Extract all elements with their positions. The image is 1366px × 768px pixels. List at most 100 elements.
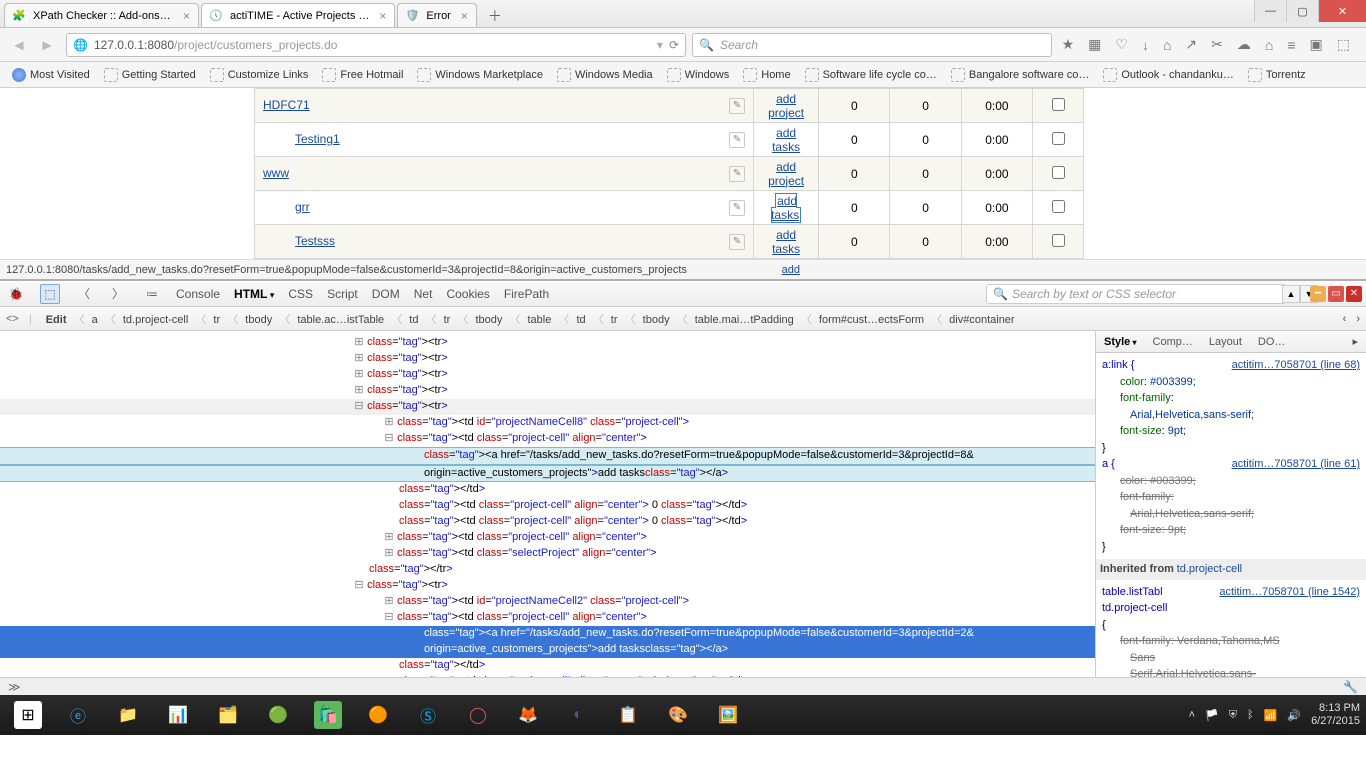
add-link[interactable]: add bbox=[782, 264, 800, 276]
devtools-panel-html[interactable]: HTML bbox=[234, 287, 274, 301]
dom-node[interactable]: ⊞ class="tag"><tr> bbox=[0, 367, 1095, 383]
browser-tab-1[interactable]: 🕔 actiTIME - Active Projects … × bbox=[201, 3, 395, 27]
row-checkbox[interactable] bbox=[1052, 166, 1065, 179]
dom-node[interactable]: class="tag"><td class="project-cell" ali… bbox=[0, 514, 1095, 530]
breadcrumb[interactable]: tbody bbox=[241, 312, 276, 328]
bookmark-item[interactable]: Windows Media bbox=[553, 66, 657, 84]
breadcrumb[interactable]: tr bbox=[440, 312, 455, 328]
app-icon[interactable]: 📊 bbox=[154, 697, 202, 733]
dom-tree[interactable]: ⊞ class="tag"><tr>⊞ class="tag"><tr>⊞ cl… bbox=[0, 331, 1095, 677]
dropdown-icon[interactable]: ▾ bbox=[657, 38, 663, 52]
commandline-bar[interactable]: ≫ 🔧 bbox=[0, 677, 1366, 695]
breadcrumb[interactable]: tbody bbox=[639, 312, 674, 328]
dom-node[interactable]: class="tag"></td> bbox=[0, 658, 1095, 674]
bookmark-item[interactable]: Getting Started bbox=[100, 66, 200, 84]
breadcrumb[interactable]: div#container bbox=[945, 312, 1018, 328]
action-link[interactable]: add tasks bbox=[771, 194, 799, 222]
devtools-panel-dom[interactable]: DOM bbox=[372, 287, 400, 301]
dom-node[interactable]: class="tag"><a href="/tasks/add_new_task… bbox=[0, 626, 1095, 642]
toolbar-icon[interactable]: ⌂ bbox=[1265, 37, 1273, 53]
bookmark-item[interactable]: Windows bbox=[663, 66, 734, 84]
network-icon[interactable]: 📶 bbox=[1264, 709, 1278, 722]
dom-node[interactable]: ⊟ class="tag"><tr> bbox=[0, 399, 1095, 415]
devtools-panel-net[interactable]: Net bbox=[414, 287, 433, 301]
toolbar-icon[interactable]: ↓ bbox=[1142, 37, 1149, 53]
firefox-icon[interactable]: 🦊 bbox=[504, 697, 552, 733]
bookmark-item[interactable]: Most Visited bbox=[8, 66, 94, 84]
dom-node[interactable]: ⊞ class="tag"><td class="selectProject" … bbox=[0, 546, 1095, 562]
expand-icon[interactable]: ⊟ bbox=[354, 399, 364, 415]
toolbar-icon[interactable]: ☁ bbox=[1237, 36, 1251, 53]
start-button[interactable]: ⊞ bbox=[4, 697, 52, 733]
edit-icon[interactable]: ✎ bbox=[729, 200, 745, 216]
ie-icon[interactable]: ⓔ bbox=[54, 697, 102, 733]
prev-icon[interactable]: 〈 bbox=[74, 284, 94, 304]
devtools-panel-css[interactable]: CSS bbox=[288, 287, 313, 301]
reload-icon[interactable]: ⟳ bbox=[669, 38, 679, 52]
inspector-icon[interactable]: ⬚ bbox=[40, 284, 60, 304]
row-checkbox[interactable] bbox=[1052, 200, 1065, 213]
bookmark-item[interactable]: Outlook - chandanku… bbox=[1099, 66, 1238, 84]
dom-node[interactable]: origin=active_customers_projects">add ta… bbox=[0, 465, 1095, 483]
project-link[interactable]: Testsss bbox=[295, 234, 335, 248]
project-link[interactable]: www bbox=[263, 166, 289, 180]
app-icon[interactable]: 🟠 bbox=[354, 697, 402, 733]
action-link[interactable]: addtasks bbox=[772, 228, 800, 256]
browser-tab-2[interactable]: 🛡️ Error × bbox=[397, 3, 476, 27]
skype-icon[interactable]: Ⓢ bbox=[404, 697, 452, 733]
expand-icon[interactable]: ⊞ bbox=[354, 383, 364, 399]
store-icon[interactable]: 🛍️ bbox=[304, 697, 352, 733]
action-link[interactable]: addproject bbox=[768, 160, 804, 188]
bookmark-item[interactable]: Free Hotmail bbox=[318, 66, 407, 84]
breadcrumb[interactable]: table bbox=[524, 312, 556, 328]
app-icon[interactable]: 🗂️ bbox=[204, 697, 252, 733]
action-link[interactable]: addtasks bbox=[772, 126, 800, 154]
dt-popout-icon[interactable]: ▭ bbox=[1328, 286, 1344, 302]
clock[interactable]: 8:13 PM6/27/2015 bbox=[1311, 702, 1360, 727]
flag-icon[interactable]: 🏳️ bbox=[1205, 709, 1219, 722]
toolbar-icon[interactable]: ⬚ bbox=[1337, 36, 1350, 53]
breadcrumb[interactable]: a bbox=[88, 312, 102, 328]
bookmark-item[interactable]: Bangalore software co… bbox=[947, 66, 1093, 84]
style-rules[interactable]: a:link {actitim…7058701 (line 68)color: … bbox=[1096, 353, 1366, 677]
project-link[interactable]: HDFC71 bbox=[263, 98, 310, 112]
expand-icon[interactable]: ⊞ bbox=[384, 594, 394, 610]
lines-icon[interactable]: ≔ bbox=[142, 284, 162, 304]
dom-node[interactable]: ⊞ class="tag"><td id="projectNameCell2" … bbox=[0, 594, 1095, 610]
dom-node[interactable]: ⊟ class="tag"><td class="project-cell" a… bbox=[0, 610, 1095, 626]
breadcrumb[interactable]: table.mai…tPadding bbox=[691, 312, 798, 328]
up-icon[interactable]: ▲ bbox=[1282, 285, 1300, 303]
breadcrumb[interactable]: tr bbox=[209, 312, 224, 328]
firebug-icon[interactable]: 🐞 bbox=[6, 284, 26, 304]
devtools-panel-firepath[interactable]: FirePath bbox=[504, 287, 549, 301]
expand-icon[interactable]: ⊞ bbox=[354, 351, 364, 367]
devtools-search[interactable]: 🔍 Search by text or CSS selector bbox=[986, 284, 1286, 304]
row-checkbox[interactable] bbox=[1052, 98, 1065, 111]
toolbar-icon[interactable]: ♡ bbox=[1115, 36, 1128, 53]
dom-node[interactable]: class="tag"></td> bbox=[0, 482, 1095, 498]
bookmark-item[interactable]: Home bbox=[739, 66, 794, 84]
breadcrumb[interactable]: form#cust…ectsForm bbox=[815, 312, 928, 328]
breadcrumb[interactable]: Edit bbox=[42, 312, 71, 328]
dom-node[interactable]: class="tag"></tr> bbox=[0, 562, 1095, 578]
tray-chevron-icon[interactable]: ˄ bbox=[1189, 709, 1195, 721]
url-bar[interactable]: 🌐 127.0.0.1:8080/project/customers_proje… bbox=[66, 33, 686, 57]
close-button[interactable]: ✕ bbox=[1318, 0, 1366, 22]
dom-node[interactable]: ⊟ class="tag"><tr> bbox=[0, 578, 1095, 594]
forward-button[interactable]: ▶ bbox=[34, 32, 60, 58]
close-icon[interactable]: × bbox=[461, 9, 468, 23]
row-checkbox[interactable] bbox=[1052, 234, 1065, 247]
dom-node[interactable]: ⊞ class="tag"><tr> bbox=[0, 383, 1095, 399]
action-link[interactable]: addproject bbox=[768, 92, 804, 120]
style-tab[interactable]: Style bbox=[1096, 336, 1145, 348]
opera-icon[interactable]: ◯ bbox=[454, 697, 502, 733]
minimize-button[interactable]: — bbox=[1254, 0, 1286, 22]
volume-icon[interactable]: 🔊 bbox=[1287, 709, 1301, 722]
close-icon[interactable]: × bbox=[379, 9, 386, 23]
toolbar-icon[interactable]: ▦ bbox=[1088, 36, 1101, 53]
edit-icon[interactable]: <> bbox=[6, 313, 19, 325]
expand-icon[interactable]: ⊟ bbox=[384, 610, 394, 626]
next-icon[interactable]: 〉 bbox=[108, 284, 128, 304]
chevron-right-icon[interactable]: › bbox=[1356, 313, 1360, 325]
toolbar-icon[interactable]: ★ bbox=[1062, 36, 1075, 53]
